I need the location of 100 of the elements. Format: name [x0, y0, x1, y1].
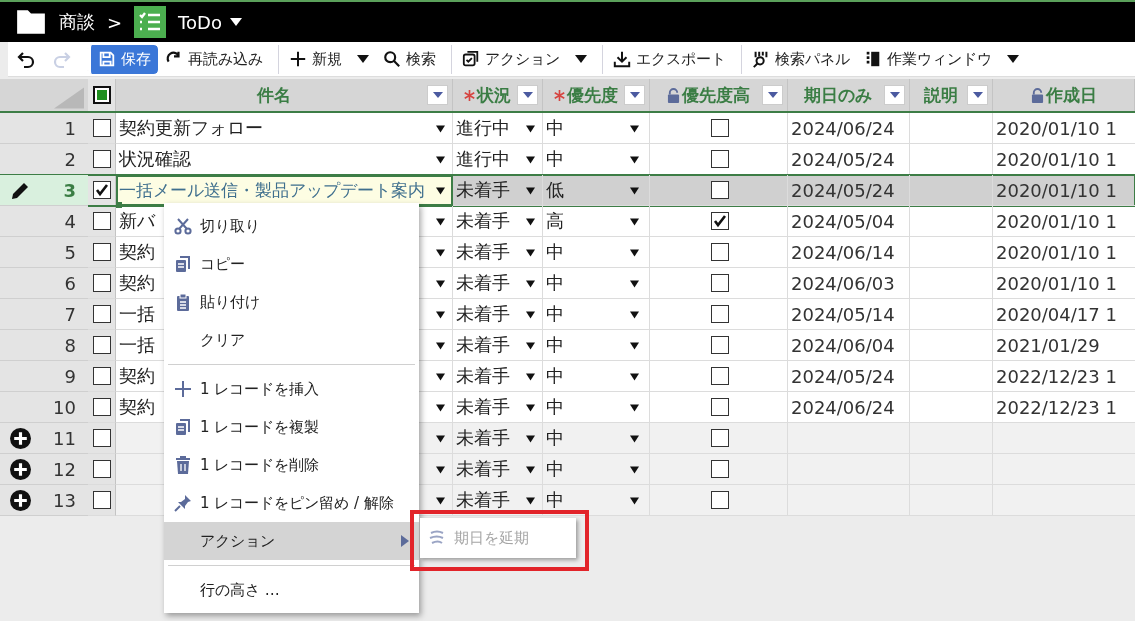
dropdown-arrow-icon[interactable]: [526, 125, 535, 133]
dropdown-arrow-icon[interactable]: [630, 280, 639, 288]
dropdown-arrow-icon[interactable]: [436, 280, 445, 288]
row-checkbox[interactable]: [92, 212, 111, 230]
dropdown-arrow-icon[interactable]: [526, 466, 535, 474]
row-checkbox[interactable]: [92, 429, 111, 447]
panel-button[interactable]: 検索パネル: [741, 44, 857, 74]
filter-button[interactable]: [517, 85, 538, 105]
dropdown-arrow-icon[interactable]: [630, 466, 639, 474]
reload-button[interactable]: 再読み込み: [158, 44, 270, 74]
row-checkbox[interactable]: [92, 367, 111, 385]
priority-checkbox[interactable]: [711, 491, 729, 509]
dropdown-arrow-icon[interactable]: [526, 342, 535, 350]
row-checkbox[interactable]: [92, 150, 111, 168]
filter-button[interactable]: [762, 85, 783, 105]
action-button[interactable]: アクション: [451, 44, 594, 74]
row-checkbox[interactable]: [92, 491, 111, 509]
dropdown-arrow-icon[interactable]: [630, 311, 639, 319]
row-checkbox[interactable]: [92, 181, 111, 199]
caret-icon[interactable]: [229, 18, 242, 26]
dropdown-arrow-icon[interactable]: [436, 311, 445, 319]
dropdown-arrow-icon[interactable]: [630, 187, 639, 195]
menu-item[interactable]: 1 レコードを削除: [164, 446, 419, 484]
priority-checkbox[interactable]: [711, 460, 729, 478]
filter-button[interactable]: [967, 85, 988, 105]
header-checkbox[interactable]: [92, 86, 111, 104]
new-button[interactable]: 新規: [278, 44, 376, 74]
row-checkbox[interactable]: [92, 336, 111, 354]
export-button[interactable]: エクスポート: [602, 44, 733, 74]
priority-checkbox[interactable]: [711, 181, 729, 199]
row-checkbox[interactable]: [92, 460, 111, 478]
menu-item[interactable]: クリア: [164, 321, 419, 359]
dropdown-arrow-icon[interactable]: [436, 156, 445, 164]
menu-item[interactable]: アクション: [164, 522, 419, 560]
row-checkbox[interactable]: [92, 243, 111, 261]
priority-checkbox[interactable]: [711, 274, 729, 292]
row-checkbox[interactable]: [92, 274, 111, 292]
dropdown-arrow-icon[interactable]: [526, 218, 535, 226]
search-button[interactable]: 検索: [376, 44, 443, 74]
menu-item[interactable]: 1 レコードを挿入: [164, 370, 419, 408]
menu-item[interactable]: 切り取り: [164, 207, 419, 245]
filter-button[interactable]: [427, 85, 448, 105]
dropdown-arrow-icon[interactable]: [630, 435, 639, 443]
breadcrumb-folder[interactable]: 商談: [59, 10, 95, 34]
dropdown-arrow-icon[interactable]: [436, 404, 445, 412]
row-checkbox[interactable]: [92, 119, 111, 137]
menu-item[interactable]: コピー: [164, 245, 419, 283]
priority-checkbox[interactable]: [711, 336, 729, 354]
priority-checkbox[interactable]: [711, 429, 729, 447]
dropdown-arrow-icon[interactable]: [526, 187, 535, 195]
dropdown-arrow-icon[interactable]: [526, 249, 535, 257]
dropdown-arrow-icon[interactable]: [630, 342, 639, 350]
table-cell: 2020/04/17 1: [996, 303, 1117, 325]
dropdown-arrow-icon[interactable]: [526, 497, 535, 505]
dropdown-arrow-icon[interactable]: [630, 218, 639, 226]
dropdown-arrow-icon[interactable]: [436, 342, 445, 350]
filter-button[interactable]: [624, 85, 645, 105]
undo-icon[interactable]: [16, 49, 36, 69]
menu-item[interactable]: 行の高さ …: [164, 571, 419, 609]
dropdown-arrow-icon[interactable]: [436, 466, 445, 474]
menu-item[interactable]: 1 レコードを複製: [164, 408, 419, 446]
dropdown-arrow-icon[interactable]: [630, 156, 639, 164]
menu-item[interactable]: 1 レコードをピン留め / 解除: [164, 484, 419, 522]
add-row-icon[interactable]: [10, 459, 31, 480]
table-cell: 一括: [119, 333, 155, 357]
dropdown-arrow-icon[interactable]: [526, 373, 535, 381]
dropdown-arrow-icon[interactable]: [630, 373, 639, 381]
dropdown-arrow-icon[interactable]: [436, 249, 445, 257]
dropdown-arrow-icon[interactable]: [526, 435, 535, 443]
priority-checkbox[interactable]: [711, 305, 729, 323]
save-button[interactable]: 保存: [88, 44, 158, 74]
priority-checkbox[interactable]: [711, 119, 729, 137]
priority-checkbox[interactable]: [711, 243, 729, 261]
row-checkbox[interactable]: [92, 398, 111, 416]
dropdown-arrow-icon[interactable]: [526, 280, 535, 288]
add-row-icon[interactable]: [10, 490, 31, 511]
dropdown-arrow-icon[interactable]: [526, 404, 535, 412]
dropdown-arrow-icon[interactable]: [630, 249, 639, 257]
dropdown-arrow-icon[interactable]: [436, 373, 445, 381]
row-checkbox[interactable]: [92, 305, 111, 323]
window-button[interactable]: 作業ウィンドウ: [857, 44, 1026, 74]
dropdown-arrow-icon[interactable]: [436, 187, 445, 195]
priority-checkbox[interactable]: [711, 212, 729, 230]
row-number: 3: [63, 179, 76, 201]
dropdown-arrow-icon[interactable]: [436, 125, 445, 133]
dropdown-arrow-icon[interactable]: [630, 125, 639, 133]
priority-checkbox[interactable]: [711, 398, 729, 416]
add-row-icon[interactable]: [10, 428, 31, 449]
dropdown-arrow-icon[interactable]: [526, 311, 535, 319]
dropdown-arrow-icon[interactable]: [630, 497, 639, 505]
dropdown-arrow-icon[interactable]: [436, 435, 445, 443]
dropdown-arrow-icon[interactable]: [526, 156, 535, 164]
menu-item[interactable]: 貼り付け: [164, 283, 419, 321]
dropdown-arrow-icon[interactable]: [436, 497, 445, 505]
view-selector[interactable]: ToDo: [178, 11, 222, 33]
dropdown-arrow-icon[interactable]: [630, 404, 639, 412]
priority-checkbox[interactable]: [711, 367, 729, 385]
dropdown-arrow-icon[interactable]: [436, 218, 445, 226]
filter-button[interactable]: [884, 85, 905, 105]
priority-checkbox[interactable]: [711, 150, 729, 168]
